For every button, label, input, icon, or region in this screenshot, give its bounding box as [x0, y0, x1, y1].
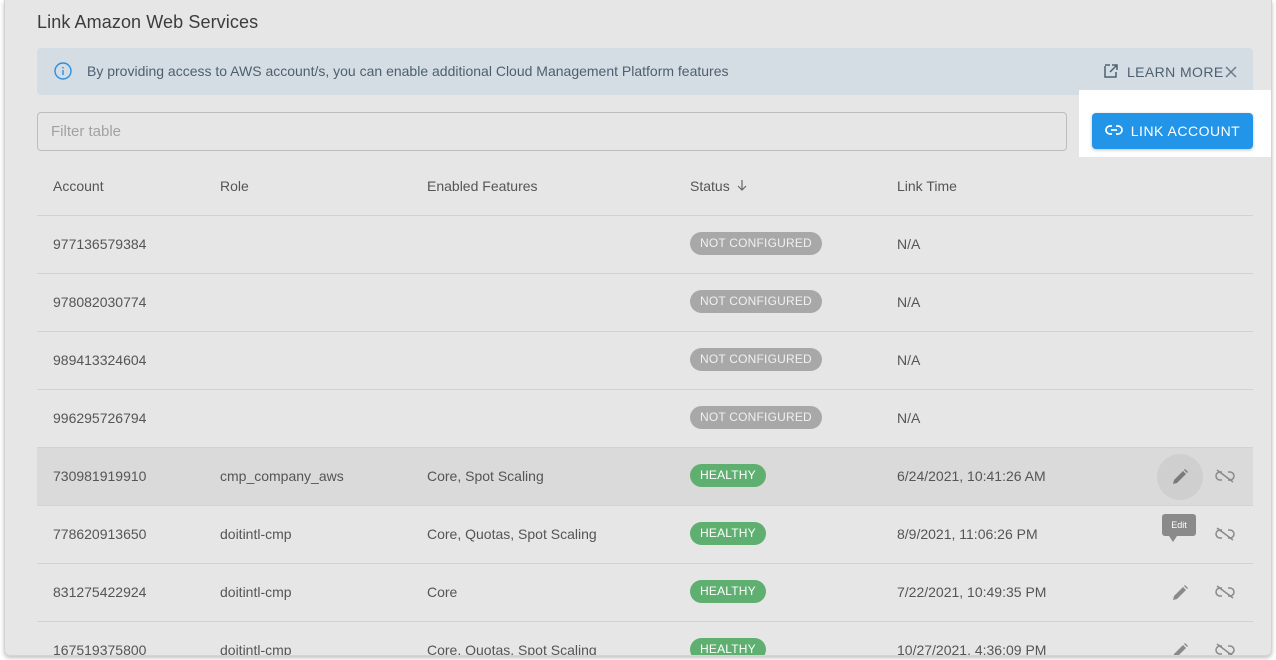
cell-role: doitintl-cmp — [220, 642, 292, 656]
learn-more-label: LEARN MORE — [1127, 64, 1224, 80]
learn-more-link[interactable]: LEARN MORE — [1103, 61, 1224, 83]
cell-role: doitintl-cmp — [220, 526, 292, 542]
cell-features: Core — [427, 584, 458, 600]
filter-table-field[interactable] — [37, 112, 1067, 151]
cell-account: 730981919910 — [53, 468, 147, 484]
table-row[interactable]: 996295726794 NOT CONFIGURED N/A — [37, 390, 1253, 448]
cell-account: 831275422924 — [53, 584, 147, 600]
link-aws-panel: Link Amazon Web Services By providing ac… — [4, 0, 1272, 656]
link-off-icon — [1215, 643, 1235, 655]
unlink-button[interactable] — [1213, 638, 1237, 655]
table-header: Account Role Enabled Features Status Lin… — [37, 158, 1253, 216]
cell-features: Core, Quotas, Spot Scaling — [427, 642, 597, 656]
edit-button[interactable] — [1157, 628, 1203, 655]
open-in-new-icon — [1103, 63, 1119, 82]
table-row[interactable]: 730981919910 cmp_company_aws Core, Spot … — [37, 448, 1253, 506]
status-badge: NOT CONFIGURED — [690, 406, 822, 429]
status-badge: HEALTHY — [690, 638, 766, 655]
arrow-down-icon — [736, 178, 748, 194]
cell-role: cmp_company_aws — [220, 468, 344, 484]
status-badge: HEALTHY — [690, 464, 766, 487]
cell-account: 989413324604 — [53, 352, 147, 368]
edit-tooltip-tail — [1169, 536, 1177, 542]
link-off-icon — [1215, 527, 1235, 541]
unlink-button[interactable] — [1213, 522, 1237, 546]
header-enabled-features[interactable]: Enabled Features — [427, 178, 538, 194]
cell-link-time: N/A — [897, 294, 921, 310]
cell-link-time: 8/9/2021, 11:06:26 PM — [897, 526, 1038, 542]
cell-link-time: 7/22/2021, 10:49:35 PM — [897, 584, 1047, 600]
banner-text: By providing access to AWS account/s, yo… — [87, 63, 729, 79]
cell-account: 977136579384 — [53, 236, 147, 252]
pencil-icon — [1173, 643, 1188, 655]
cell-features: Core, Spot Scaling — [427, 468, 544, 484]
edit-button[interactable] — [1157, 570, 1203, 616]
cell-account: 778620913650 — [53, 526, 147, 542]
table-row[interactable]: 978082030774 NOT CONFIGURED N/A — [37, 274, 1253, 332]
link-off-icon — [1215, 469, 1235, 483]
table-row[interactable]: 167519375800 doitintl-cmp Core, Quotas, … — [37, 622, 1253, 656]
filter-table-input[interactable] — [38, 113, 1066, 150]
status-badge: NOT CONFIGURED — [690, 290, 822, 313]
pencil-icon — [1173, 469, 1188, 484]
cell-account: 996295726794 — [53, 410, 147, 426]
pencil-icon — [1173, 585, 1188, 600]
link-account-button[interactable]: LINK ACCOUNT — [1092, 113, 1253, 149]
status-badge: HEALTHY — [690, 522, 766, 545]
header-link-time[interactable]: Link Time — [897, 178, 957, 194]
close-icon[interactable] — [1223, 64, 1239, 80]
header-account[interactable]: Account — [53, 178, 104, 194]
accounts-table: Account Role Enabled Features Status Lin… — [37, 158, 1253, 656]
edit-button[interactable] — [1157, 454, 1203, 500]
cell-account: 167519375800 — [53, 642, 147, 656]
header-status[interactable]: Status — [690, 178, 748, 194]
cell-role: doitintl-cmp — [220, 584, 292, 600]
cell-link-time: 6/24/2021, 10:41:26 AM — [897, 468, 1046, 484]
link-account-label: LINK ACCOUNT — [1130, 123, 1241, 139]
edit-tooltip: Edit — [1162, 514, 1196, 536]
cell-link-time: N/A — [897, 410, 921, 426]
table-row[interactable]: 977136579384 NOT CONFIGURED N/A — [37, 216, 1253, 274]
table-row[interactable]: 778620913650 doitintl-cmp Core, Quotas, … — [37, 506, 1253, 564]
status-badge: HEALTHY — [690, 580, 766, 603]
status-badge: NOT CONFIGURED — [690, 232, 822, 255]
unlink-button[interactable] — [1213, 580, 1237, 604]
page-title: Link Amazon Web Services — [37, 12, 259, 32]
header-role[interactable]: Role — [220, 178, 249, 194]
info-icon — [54, 62, 72, 80]
unlink-button[interactable] — [1213, 464, 1237, 488]
link-icon — [1104, 123, 1123, 139]
table-row[interactable]: 989413324604 NOT CONFIGURED N/A — [37, 332, 1253, 390]
info-banner: By providing access to AWS account/s, yo… — [37, 48, 1253, 95]
table-row[interactable]: 831275422924 doitintl-cmp Core HEALTHY 7… — [37, 564, 1253, 622]
status-badge: NOT CONFIGURED — [690, 348, 822, 371]
cell-link-time: 10/27/2021, 4:36:09 PM — [897, 642, 1047, 656]
link-off-icon — [1215, 585, 1235, 599]
header-status-label: Status — [690, 178, 730, 194]
cell-features: Core, Quotas, Spot Scaling — [427, 526, 597, 542]
cell-link-time: N/A — [897, 236, 921, 252]
cell-account: 978082030774 — [53, 294, 147, 310]
cell-link-time: N/A — [897, 352, 921, 368]
